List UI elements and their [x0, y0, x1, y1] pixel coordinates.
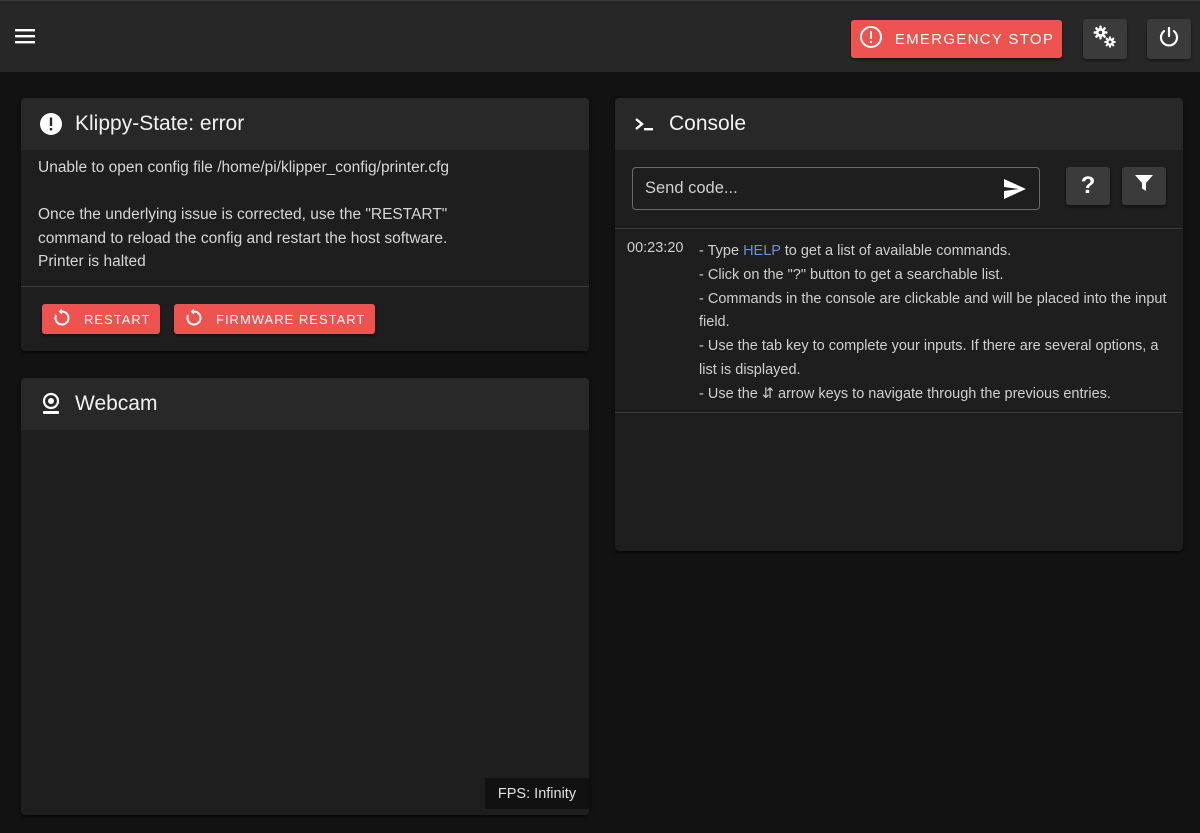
- console-prompt-icon: [633, 112, 661, 136]
- klippy-state-header: Klippy-State: error: [21, 98, 589, 150]
- restart-icon: [52, 308, 84, 331]
- klippy-message-line: command to reload the config and restart…: [38, 229, 448, 247]
- divider: [21, 286, 589, 287]
- restart-button[interactable]: RESTART: [42, 304, 161, 334]
- webcam-card: Webcam: [21, 378, 589, 815]
- console-text: - Type: [699, 243, 744, 259]
- menu-icon: [14, 27, 36, 50]
- console-header: Console: [615, 98, 1183, 150]
- klippy-message-line: Unable to open config file /home/pi/klip…: [38, 159, 449, 176]
- emergency-stop-label: EMERGENCY STOP: [894, 30, 1055, 48]
- klippy-message: Unable to open config file /home/pi/klip…: [21, 150, 589, 274]
- filter-icon: [1134, 172, 1154, 200]
- command-help-button[interactable]: ?: [1066, 167, 1110, 205]
- console-line: - Commands in the console are clickable …: [699, 290, 1167, 331]
- send-code-field: [632, 167, 1040, 210]
- webcam-header: Webcam: [21, 378, 589, 430]
- app-bar: EMERGENCY STOP: [0, 0, 1200, 72]
- console-text: arrow keys to navigate through the previ…: [774, 385, 1111, 402]
- alert-circle-icon: [39, 112, 67, 136]
- console-title: Console: [669, 112, 747, 135]
- console-entry-time: 00:23:20: [627, 240, 684, 256]
- help-command-link[interactable]: HELP: [743, 243, 781, 259]
- divider: [615, 412, 1183, 413]
- send-icon[interactable]: [1003, 178, 1027, 205]
- console-text: to get a list of available commands.: [780, 243, 1012, 259]
- power-button[interactable]: [1147, 19, 1191, 59]
- power-icon: [1157, 25, 1181, 54]
- firmware-restart-button[interactable]: FIRMWARE RESTART: [174, 304, 376, 334]
- help-button-label: ?: [1080, 172, 1096, 199]
- webcam-stream: [21, 430, 589, 815]
- console-line: - Use the tab key to complete your input…: [699, 338, 1159, 378]
- webcam-icon: [39, 392, 67, 416]
- console-text: - Use the: [699, 385, 762, 402]
- arrow-keys-icon: ⇵: [761, 385, 775, 402]
- settings-button[interactable]: [1083, 19, 1127, 59]
- klippy-state-title: Klippy-State: error: [75, 112, 245, 135]
- klippy-message-line: [38, 180, 572, 204]
- fps-readout: FPS: Infinity: [485, 778, 589, 809]
- console-entry-message: - Type HELP to get a list of available c…: [699, 240, 1174, 407]
- webcam-title: Webcam: [75, 392, 158, 415]
- klippy-message-line: Printer is halted: [38, 253, 146, 270]
- alert-circle-icon: [859, 25, 895, 53]
- console-filter-button[interactable]: [1122, 167, 1166, 205]
- menu-button[interactable]: [10, 23, 40, 53]
- console-line: - Click on the "?" button to get a searc…: [699, 266, 1004, 283]
- firmware-restart-label: FIRMWARE RESTART: [216, 311, 366, 327]
- divider: [615, 228, 1183, 229]
- cogs-icon: [1092, 24, 1118, 55]
- emergency-stop-button[interactable]: EMERGENCY STOP: [851, 20, 1062, 58]
- send-code-input[interactable]: [633, 168, 993, 209]
- console-line: - Type HELP to get a list of available c…: [699, 240, 1174, 264]
- console-line: - Use the ⇵ arrow keys to navigate throu…: [699, 383, 1174, 407]
- klippy-message-line: Once the underlying issue is corrected, …: [38, 206, 448, 223]
- restart-icon: [184, 308, 216, 331]
- restart-label: RESTART: [84, 311, 151, 327]
